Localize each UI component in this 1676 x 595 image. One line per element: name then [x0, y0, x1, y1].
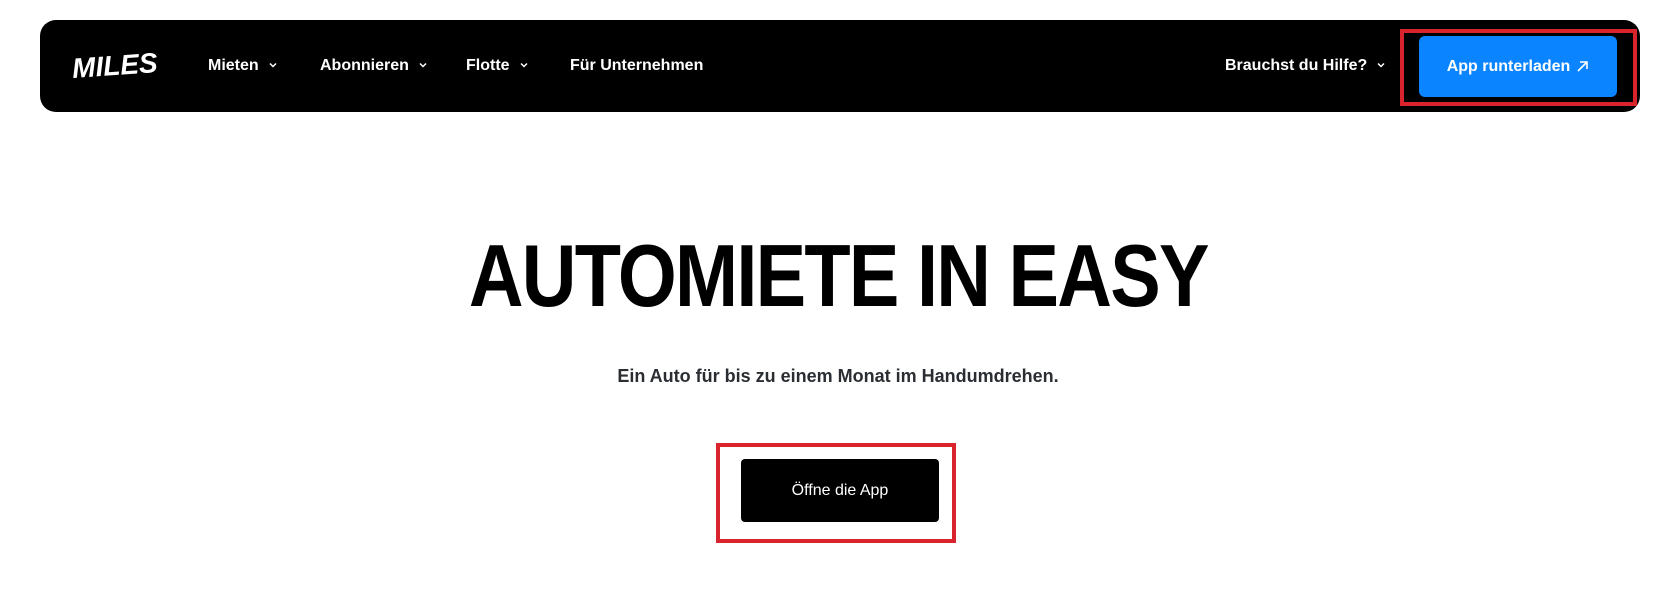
help-dropdown[interactable]: Brauchst du Hilfe?: [1225, 20, 1386, 112]
nav-item-label: Für Unternehmen: [570, 57, 704, 74]
nav-item-abonnieren[interactable]: Abonnieren: [320, 20, 428, 112]
svg-text:MILES: MILES: [71, 47, 159, 84]
app-download-button[interactable]: App runterladen: [1419, 36, 1617, 97]
app-download-label: App runterladen: [1446, 57, 1571, 75]
chevron-down-icon: [520, 62, 528, 68]
nav-item-label: Mieten: [208, 57, 259, 74]
nav-item-label: Flotte: [466, 57, 510, 74]
nav-item-fuer-unternehmen[interactable]: Für Unternehmen: [570, 20, 703, 112]
nav-item-label: Abonnieren: [320, 57, 409, 74]
hero-subtitle: Ein Auto für bis zu einem Monat im Handu…: [617, 366, 1059, 386]
open-app-button[interactable]: Öffne die App: [741, 459, 939, 522]
help-label: Brauchst du Hilfe?: [1225, 57, 1368, 74]
chevron-down-icon: [269, 62, 277, 68]
nav-item-flotte[interactable]: Flotte: [466, 20, 529, 112]
arrow-up-right-icon: [1577, 61, 1589, 72]
nav-item-mieten[interactable]: Mieten: [208, 20, 278, 112]
chevron-down-icon: [1377, 62, 1385, 68]
miles-logo[interactable]: MILES: [70, 44, 160, 86]
chevron-down-icon: [419, 62, 427, 68]
hero-title: AUTOMIETE IN EASY: [468, 226, 1210, 325]
